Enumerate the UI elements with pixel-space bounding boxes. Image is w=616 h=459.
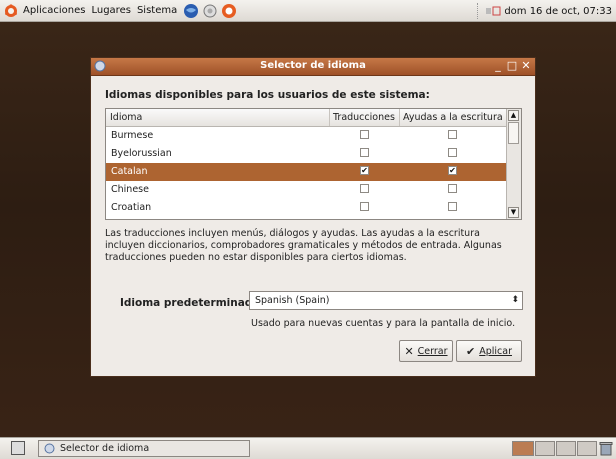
- language-row-byelorussian[interactable]: Byelorussian: [106, 145, 508, 163]
- scrollbar-thumb[interactable]: [508, 122, 519, 144]
- default-language-hint: Usado para nuevas cuentas y para la pant…: [251, 318, 516, 329]
- help-launcher-icon[interactable]: [221, 3, 237, 19]
- language-name: Croatian: [111, 202, 152, 213]
- column-header-idioma[interactable]: Idioma: [106, 109, 330, 126]
- language-name: Burmese: [111, 130, 154, 141]
- description-text: Las traducciones incluyen menús, diálogo…: [105, 228, 502, 263]
- menu-sistema[interactable]: Sistema: [134, 5, 180, 16]
- web-browser-launcher-icon[interactable]: [183, 3, 199, 19]
- panel-tray: dom 16 de oct, 07:33: [477, 0, 612, 22]
- language-row-catalan[interactable]: Catalan ✔ ✔: [106, 163, 508, 181]
- translations-checkbox[interactable]: [360, 148, 369, 157]
- network-icon[interactable]: [485, 5, 501, 17]
- workspace-3[interactable]: [556, 441, 576, 456]
- language-row-croatian[interactable]: Croatian: [106, 199, 508, 217]
- bottom-panel: Selector de idioma: [0, 437, 616, 459]
- translations-checkbox[interactable]: ✔: [360, 166, 369, 175]
- panel-separator: [477, 3, 479, 19]
- checkmark-icon: ✔: [466, 344, 476, 358]
- writing-aids-checkbox[interactable]: [448, 202, 457, 211]
- clock[interactable]: dom 16 de oct, 07:33: [504, 6, 612, 17]
- taskbar-window-button[interactable]: Selector de idioma: [38, 440, 250, 457]
- writing-aids-checkbox[interactable]: [448, 130, 457, 139]
- language-list-scrollbar[interactable]: ▲ ▼: [506, 109, 521, 219]
- close-button[interactable]: ✕ Cerrar: [399, 340, 453, 362]
- window-title: Selector de idioma: [260, 60, 366, 71]
- scroll-up-icon[interactable]: ▲: [508, 110, 519, 121]
- language-row-burmese[interactable]: Burmese: [106, 127, 508, 145]
- column-header-traducciones[interactable]: Traducciones: [330, 109, 400, 126]
- trash-icon[interactable]: [599, 441, 613, 456]
- window-controls: _ □ ✕: [492, 60, 532, 72]
- default-language-select[interactable]: Spanish (Spain) ⬍: [249, 291, 523, 310]
- language-name: Chinese: [111, 184, 149, 195]
- translations-checkbox[interactable]: [360, 184, 369, 193]
- window-titlebar[interactable]: Selector de idioma _ □ ✕: [91, 58, 535, 76]
- languages-heading: Idiomas disponibles para los usuarios de…: [105, 89, 430, 101]
- language-name: Catalan: [111, 166, 148, 177]
- close-window-icon[interactable]: ✕: [520, 60, 532, 72]
- column-header-ayudas[interactable]: Ayudas a la escritura: [400, 109, 508, 126]
- workspace-2[interactable]: [535, 441, 555, 456]
- close-button-label: Cerrar: [417, 345, 448, 357]
- language-list-header: Idioma Traducciones Ayudas a la escritur…: [106, 109, 508, 127]
- taskbar-window-label: Selector de idioma: [60, 443, 150, 454]
- combo-arrows-icon: ⬍: [511, 295, 519, 305]
- show-desktop-icon[interactable]: [11, 441, 25, 455]
- default-language-value: Spanish (Spain): [255, 295, 330, 306]
- default-language-label: Idioma predeterminado:: [120, 297, 264, 309]
- minimize-icon[interactable]: _: [492, 60, 504, 72]
- translations-checkbox[interactable]: [360, 202, 369, 211]
- writing-aids-checkbox[interactable]: ✔: [448, 166, 457, 175]
- ubuntu-logo-icon: [5, 3, 17, 17]
- writing-aids-checkbox[interactable]: [448, 184, 457, 193]
- workspace-4[interactable]: [577, 441, 597, 456]
- language-row-chinese[interactable]: Chinese: [106, 181, 508, 199]
- email-launcher-icon[interactable]: [202, 3, 218, 19]
- translations-checkbox[interactable]: [360, 130, 369, 139]
- language-list[interactable]: Idioma Traducciones Ayudas a la escritur…: [105, 108, 522, 220]
- menu-aplicaciones[interactable]: Aplicaciones: [20, 5, 88, 16]
- top-panel: Aplicaciones Lugares Sistema dom 16 de o…: [0, 0, 616, 22]
- scroll-down-icon[interactable]: ▼: [508, 207, 519, 218]
- maximize-icon[interactable]: □: [506, 60, 518, 72]
- close-x-icon: ✕: [404, 344, 414, 358]
- window-task-icon: [44, 443, 55, 454]
- language-selector-window: Selector de idioma _ □ ✕ Idiomas disponi…: [90, 57, 536, 377]
- workspace-1[interactable]: [512, 441, 534, 456]
- writing-aids-checkbox[interactable]: [448, 148, 457, 157]
- language-name: Byelorussian: [111, 148, 172, 159]
- apply-button[interactable]: ✔ Aplicar: [456, 340, 522, 362]
- apply-button-label: Aplicar: [479, 345, 512, 357]
- menu-lugares[interactable]: Lugares: [88, 5, 133, 16]
